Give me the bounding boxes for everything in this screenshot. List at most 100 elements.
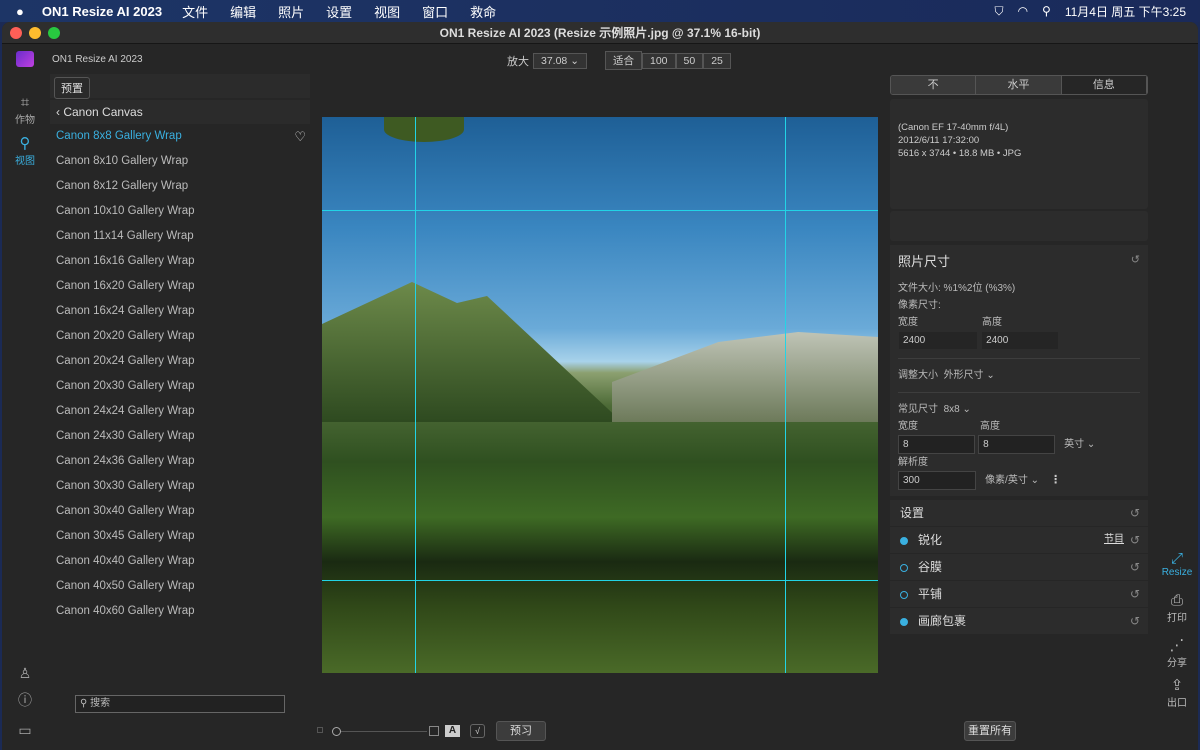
toggle-indicator[interactable] xyxy=(900,536,908,545)
preset-item[interactable]: Canon 20x20 Gallery Wrap xyxy=(50,324,310,349)
zoom-100-button[interactable]: 100 xyxy=(642,52,676,69)
settings-header: 设置 ↺ xyxy=(890,500,1148,526)
tab-horizontal[interactable]: 水平 xyxy=(976,76,1062,94)
soft-proof-icon[interactable]: √ xyxy=(470,724,485,738)
share-tool[interactable]: ⋰ 分享 xyxy=(1156,636,1198,669)
menu-file[interactable]: 文件 xyxy=(182,2,208,21)
back-to-category[interactable]: ‹ Canon Canvas xyxy=(50,100,310,124)
preset-item[interactable]: Canon 40x50 Gallery Wrap xyxy=(50,574,310,599)
reset-icon[interactable]: ↺ xyxy=(1131,253,1140,266)
more-icon[interactable]: ⋮ xyxy=(1050,474,1061,486)
guide-line-v1[interactable] xyxy=(415,117,416,673)
thumb-size-slider[interactable] xyxy=(332,727,427,736)
label-overlay-icon[interactable]: A xyxy=(445,725,460,737)
zoom-fit-button[interactable]: 适合 xyxy=(605,51,642,70)
preset-link[interactable]: 节目 xyxy=(1104,527,1124,553)
account-icon[interactable]: ♙ xyxy=(2,665,48,682)
zoom-25-button[interactable]: 25 xyxy=(703,52,731,69)
preset-item[interactable]: Canon 24x24 Gallery Wrap xyxy=(50,399,310,424)
crop-icon: ⌗ xyxy=(20,94,30,111)
menu-app[interactable]: ON1 Resize AI 2023 xyxy=(42,4,162,19)
preset-item[interactable]: Canon 30x45 Gallery Wrap xyxy=(50,524,310,549)
preset-item[interactable]: Canon 16x16 Gallery Wrap xyxy=(50,249,310,274)
preset-item[interactable]: Canon 40x40 Gallery Wrap xyxy=(50,549,310,574)
setting-row[interactable]: 锐化 节目 ↺ xyxy=(890,527,1148,553)
zoom-select[interactable]: 37.08 ⌄ xyxy=(533,52,587,69)
pixel-width-field[interactable]: 2400 xyxy=(898,331,978,350)
height-field[interactable]: 8 xyxy=(978,435,1056,454)
export-tool[interactable]: ⇪ 出口 xyxy=(1156,676,1198,709)
reset-icon[interactable]: ↺ xyxy=(1130,554,1140,580)
toggle-indicator[interactable] xyxy=(900,563,908,572)
width-field[interactable]: 8 xyxy=(898,435,975,454)
preset-item[interactable]: Canon 11x14 Gallery Wrap xyxy=(50,224,310,249)
favorite-heart-icon[interactable]: ♡ xyxy=(294,124,306,149)
preset-button[interactable]: 预置 xyxy=(54,77,90,99)
preview-button[interactable]: 预习 xyxy=(496,721,546,741)
minimize-button[interactable] xyxy=(29,27,41,39)
menu-view[interactable]: 视图 xyxy=(374,2,400,21)
preset-item[interactable]: Canon 40x60 Gallery Wrap xyxy=(50,599,310,624)
setting-row[interactable]: 平铺 ↺ xyxy=(890,581,1148,607)
toggle-indicator[interactable] xyxy=(900,590,908,599)
search-icon[interactable]: ⚲ xyxy=(1042,4,1051,18)
print-tool[interactable]: ⎙ 打印 xyxy=(1156,592,1198,624)
shield-icon[interactable]: ⛉ xyxy=(995,4,1004,19)
panel-tabs: 不 水平 信息 xyxy=(890,75,1148,95)
preset-item[interactable]: Canon 24x36 Gallery Wrap xyxy=(50,449,310,474)
guide-line-v2[interactable] xyxy=(785,117,786,673)
preset-item[interactable]: Canon 8x10 Gallery Wrap xyxy=(50,149,310,174)
close-button[interactable] xyxy=(10,27,22,39)
setting-row[interactable]: 画廊包裹 ↺ xyxy=(890,608,1148,634)
right-panel: 不 水平 信息 (Canon EF 17-40mm f/4L) 2012/6/1… xyxy=(890,75,1148,634)
preset-item[interactable]: Canon 30x30 Gallery Wrap xyxy=(50,474,310,499)
search-input[interactable]: ⚲ 搜索 xyxy=(75,695,285,713)
toggle-indicator[interactable] xyxy=(900,617,908,626)
resolution-unit-select[interactable]: 像素/英寸 ⌄ xyxy=(985,475,1039,486)
reset-icon[interactable]: ↺ xyxy=(1130,500,1140,526)
preset-item[interactable]: Canon 8x8 Gallery Wrap ♡ xyxy=(50,124,310,149)
clock[interactable]: 11月4日 周五 下午3:25 xyxy=(1065,3,1186,20)
preset-item[interactable]: Canon 10x10 Gallery Wrap xyxy=(50,199,310,224)
preset-item[interactable]: Canon 20x30 Gallery Wrap xyxy=(50,374,310,399)
zoom-50-button[interactable]: 50 xyxy=(675,52,704,69)
menu-photo[interactable]: 照片 xyxy=(278,2,304,21)
preset-item[interactable]: Canon 8x12 Gallery Wrap xyxy=(50,174,310,199)
reset-icon[interactable]: ↺ xyxy=(1130,581,1140,607)
guide-line-h1[interactable] xyxy=(322,210,878,211)
pixel-height-field[interactable]: 2400 xyxy=(981,331,1060,350)
reset-icon[interactable]: ↺ xyxy=(1130,527,1140,553)
mountain-left xyxy=(322,282,622,422)
menu-help[interactable]: 救命 xyxy=(470,2,496,21)
reset-icon[interactable]: ↺ xyxy=(1130,608,1140,634)
guide-line-h2[interactable] xyxy=(322,580,878,581)
unit-select[interactable]: 英寸 ⌄ xyxy=(1064,439,1095,450)
panel-toggle-icon[interactable]: ▭ xyxy=(2,722,48,739)
resize-mode[interactable]: 调整大小 外形尺寸 ⌄ xyxy=(898,367,1140,384)
menu-settings[interactable]: 设置 xyxy=(326,2,352,21)
resolution-field[interactable]: 300 xyxy=(898,471,976,490)
menu-edit[interactable]: 编辑 xyxy=(230,2,256,21)
crop-tool[interactable]: ⌗ 作物 xyxy=(2,94,48,126)
preset-item[interactable]: Canon 30x40 Gallery Wrap xyxy=(50,499,310,524)
preset-item[interactable]: Canon 16x20 Gallery Wrap xyxy=(50,274,310,299)
view-tool[interactable]: ⚲ 视图 xyxy=(2,134,48,167)
apple-icon[interactable]: ● xyxy=(16,4,24,19)
preset-item[interactable]: Canon 24x30 Gallery Wrap xyxy=(50,424,310,449)
setting-row[interactable]: 谷膜 ↺ xyxy=(890,554,1148,580)
tab-info[interactable]: 信息 xyxy=(1061,76,1147,94)
zoom-button[interactable] xyxy=(48,27,60,39)
common-size-select[interactable]: 常见尺寸 8x8 ⌄ xyxy=(898,401,1140,418)
resize-tool[interactable]: ⤢ Resize xyxy=(1156,550,1198,578)
menu-window[interactable]: 窗口 xyxy=(422,2,448,21)
mountain-right xyxy=(612,332,878,422)
info-box: (Canon EF 17-40mm f/4L) 2012/6/11 17:32:… xyxy=(890,99,1148,209)
reset-all-button[interactable]: 重置所有 xyxy=(964,721,1016,741)
wifi-icon[interactable]: ◠ xyxy=(1018,4,1028,18)
slider-handle[interactable] xyxy=(332,727,341,736)
photo-canvas[interactable] xyxy=(322,117,878,673)
preset-item[interactable]: Canon 20x24 Gallery Wrap xyxy=(50,349,310,374)
tab-none[interactable]: 不 xyxy=(891,76,977,94)
preset-item[interactable]: Canon 16x24 Gallery Wrap xyxy=(50,299,310,324)
help-icon[interactable]: ⓘ xyxy=(2,690,48,710)
